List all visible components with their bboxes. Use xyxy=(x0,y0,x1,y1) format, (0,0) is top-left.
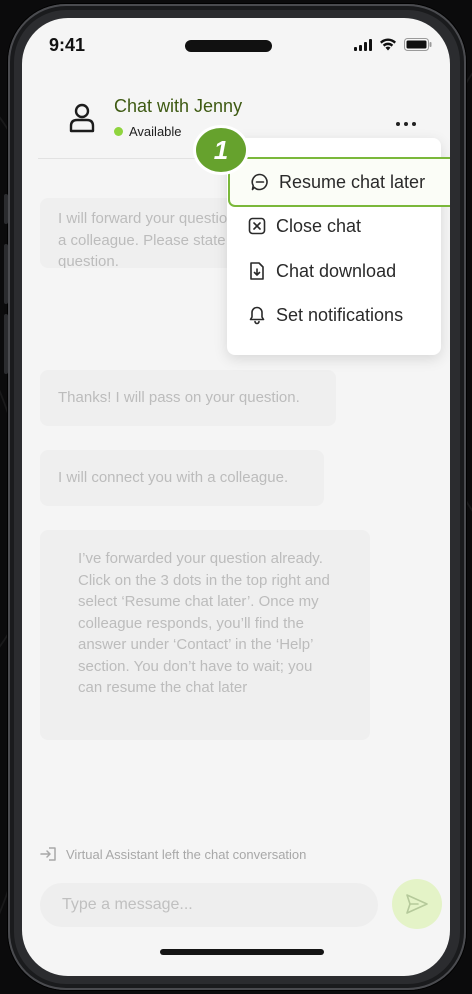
availability-label: Available xyxy=(129,124,182,139)
bell-icon xyxy=(247,305,267,325)
close-box-icon xyxy=(247,216,267,236)
message-bubble: Thanks! I will pass on your question. xyxy=(40,370,336,426)
volume-down-button xyxy=(4,314,8,374)
phone-screen: 9:41 Chat with Jenny Available I will fo… xyxy=(22,18,450,976)
status-time: 9:41 xyxy=(49,35,86,55)
dynamic-island xyxy=(185,40,272,52)
dot-icon xyxy=(404,122,408,126)
chat-bubble-icon xyxy=(250,172,270,192)
menu-item-set-notifications[interactable]: Set notifications xyxy=(227,293,441,337)
message-bubble: I’ve forwarded your question already. Cl… xyxy=(40,530,370,740)
status-dot xyxy=(114,127,123,136)
availability-status: Available xyxy=(114,124,182,139)
status-icons xyxy=(354,38,432,51)
status-bar: 9:41 xyxy=(22,18,450,70)
message-text: I will connect you with a colleague. xyxy=(58,469,289,486)
send-icon xyxy=(406,894,428,914)
message-text: Thanks! I will pass on your question. xyxy=(58,389,300,406)
menu-item-close-chat[interactable]: Close chat xyxy=(227,204,441,248)
step-badge: 1 xyxy=(196,128,246,172)
system-note: Virtual Assistant left the chat conversa… xyxy=(40,846,306,862)
volume-up-button xyxy=(4,244,8,304)
signal-icon xyxy=(354,38,372,51)
side-button xyxy=(4,194,8,224)
chat-title: Chat with Jenny xyxy=(114,96,243,116)
menu-item-label: Resume chat later xyxy=(279,171,426,192)
menu-item-label: Set notifications xyxy=(276,304,404,325)
menu-item-label: Chat download xyxy=(276,260,397,281)
message-input[interactable] xyxy=(60,895,364,915)
dot-icon xyxy=(396,122,400,126)
more-options-button[interactable] xyxy=(394,116,418,132)
send-button[interactable] xyxy=(392,879,442,929)
user-avatar-icon xyxy=(69,103,95,133)
wifi-icon xyxy=(380,38,396,51)
message-bubble: I will connect you with a colleague. xyxy=(40,450,324,506)
message-composer xyxy=(40,883,378,927)
dot-icon xyxy=(412,122,416,126)
system-note-text: Virtual Assistant left the chat conversa… xyxy=(66,846,307,862)
menu-item-resume-chat-later[interactable]: Resume chat later xyxy=(228,157,450,207)
chat-options-menu: Resume chat later Close chat Chat downlo… xyxy=(227,138,450,355)
download-file-icon xyxy=(247,261,267,281)
menu-item-chat-download[interactable]: Chat download xyxy=(227,249,441,293)
exit-icon xyxy=(40,847,56,861)
home-indicator xyxy=(160,949,324,955)
message-text: I’ve forwarded your question already. Cl… xyxy=(78,550,330,696)
battery-icon xyxy=(404,38,432,51)
menu-item-label: Close chat xyxy=(276,215,362,236)
